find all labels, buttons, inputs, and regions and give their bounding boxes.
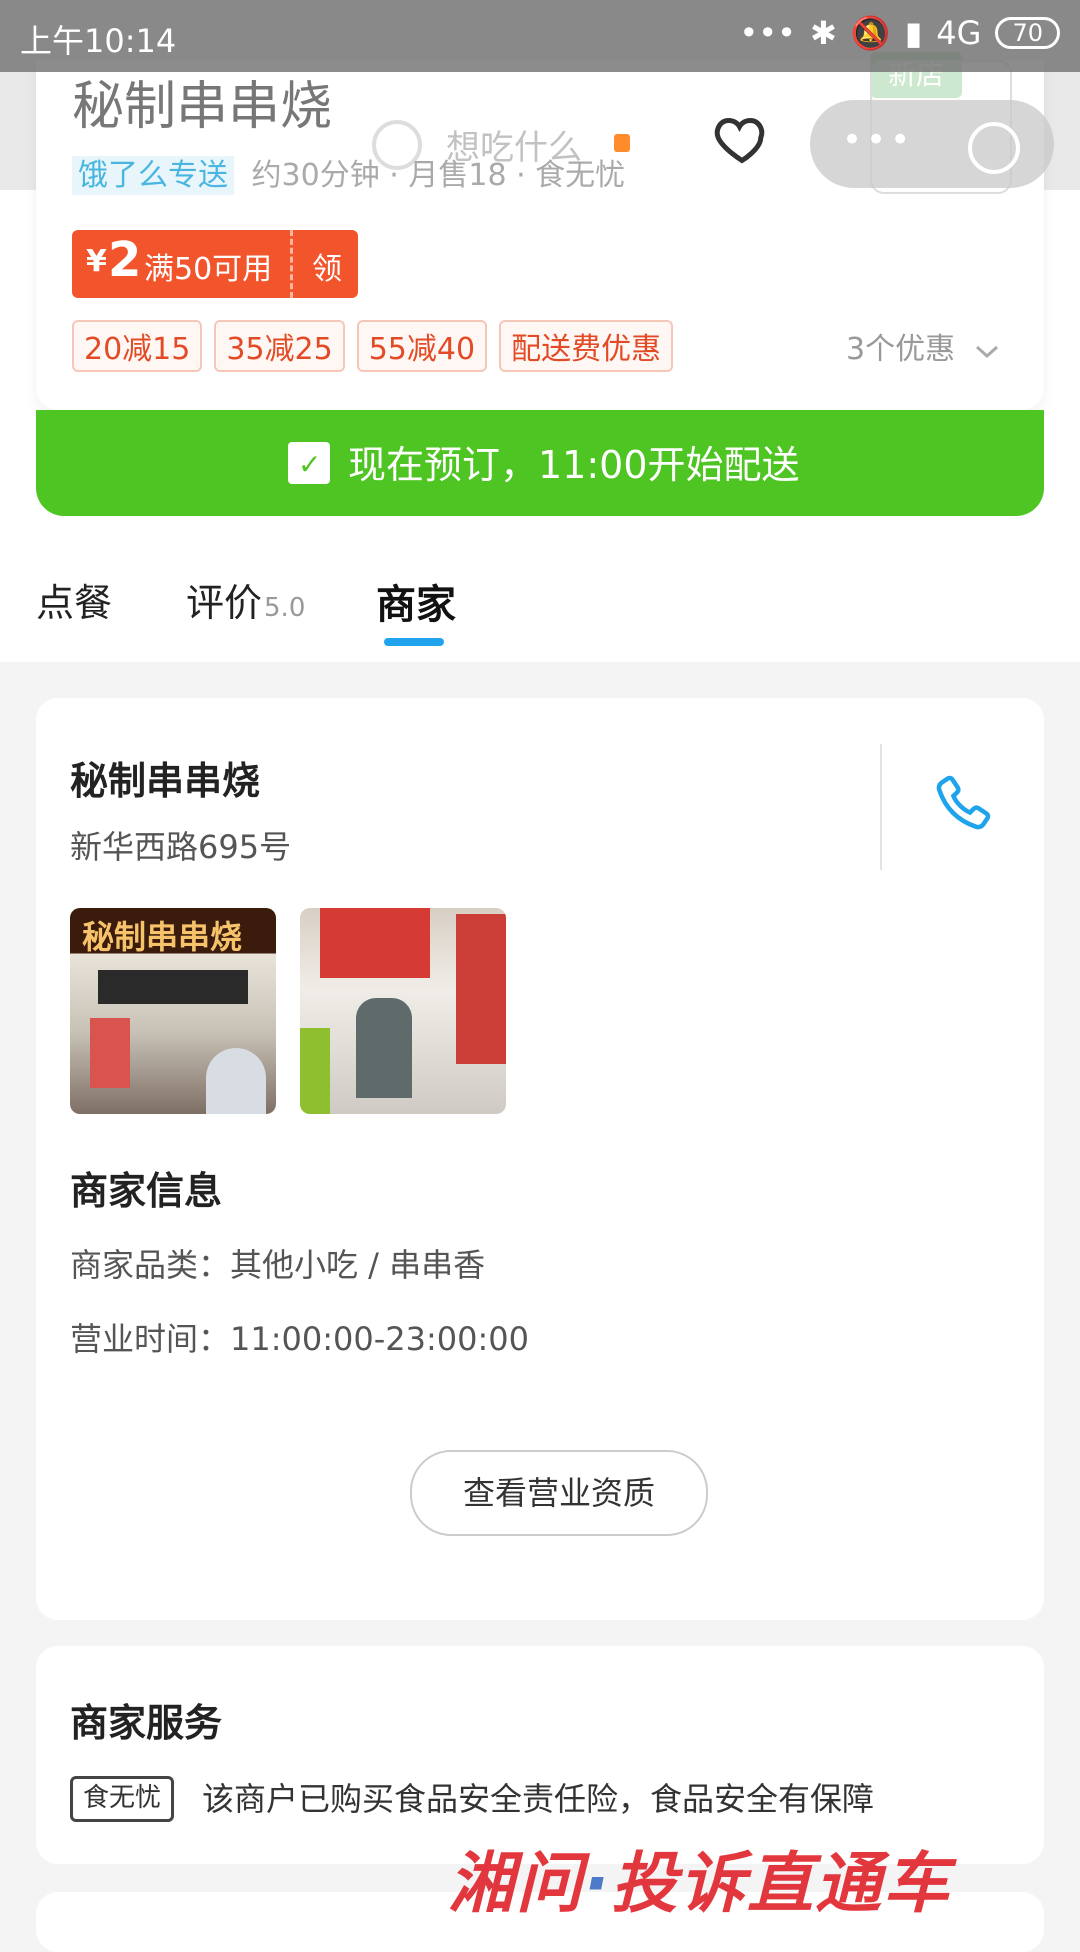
phone-icon[interactable]: [930, 772, 994, 836]
watermark-part2: 投诉直通车: [611, 1845, 952, 1922]
mute-icon: 🔕: [850, 14, 891, 52]
delivery-brand-tag: 饿了么专送: [72, 156, 234, 195]
signal-icon: ▮: [904, 14, 923, 52]
monthly-sales: 月售18: [408, 158, 507, 193]
promo-tag: 55减40: [356, 320, 488, 372]
tab-order[interactable]: 点餐: [36, 572, 112, 627]
photo-detail: [356, 998, 412, 1098]
preorder-text: 现在预订，11:00开始配送: [348, 443, 800, 487]
coupon-currency: ¥: [86, 244, 107, 279]
business-hours: 营业时间：11:00:00-23:00:00: [70, 1320, 529, 1358]
status-time: 上午10:14: [20, 22, 177, 60]
check-icon: ✓: [298, 448, 322, 481]
coupon-condition: 满50可用: [144, 252, 273, 287]
preorder-banner: ✓ 现在预订，11:00开始配送: [36, 410, 1044, 516]
status-icons: ••• ✱ 🔕 ▮ 4G 70: [739, 14, 1060, 52]
coupon-card[interactable]: ¥ 2 满50可用 领: [72, 230, 358, 298]
promo-tag: 35减25: [214, 320, 345, 372]
merchant-address: 新华西路695号: [70, 828, 292, 866]
watermark-logo: 湘问·投诉直通车: [448, 1830, 951, 1926]
promo-tag: 配送费优惠: [499, 320, 674, 372]
delivery-time: 约30分钟: [251, 158, 380, 193]
rating-score: 5.0: [264, 593, 306, 623]
photo-detail: [456, 914, 506, 1064]
tab-reviews[interactable]: 评价5.0: [186, 572, 305, 627]
menu-board: [98, 970, 248, 1004]
coupon-amount: 2: [108, 232, 142, 288]
more-notifications-icon: •••: [739, 14, 797, 52]
merchant-name: 秘制串串烧: [70, 759, 261, 803]
store-title: 秘制串串烧: [72, 77, 333, 137]
bluetooth-icon: ✱: [810, 14, 837, 52]
claim-coupon-button[interactable]: 领: [312, 244, 342, 288]
promotion-tags: 20减15 35减25 55减40 配送费优惠: [72, 320, 674, 372]
coupon-divider: [290, 230, 293, 298]
more-promotions-toggle[interactable]: 3个优惠: [846, 324, 1001, 368]
close-icon[interactable]: [968, 122, 1020, 174]
watermark-dot: ·: [584, 1845, 612, 1922]
food-safety-tag: 食无忧: [70, 1776, 175, 1822]
more-icon[interactable]: •••: [842, 120, 914, 160]
more-promotions-label: 3个优惠: [846, 332, 956, 367]
battery-icon: 70: [995, 17, 1060, 49]
tab-merchant[interactable]: 商家: [376, 572, 456, 630]
promo-tag: 20减15: [72, 320, 203, 372]
merchant-info-title: 商家信息: [70, 1169, 223, 1213]
interior-photo[interactable]: [300, 908, 506, 1114]
store-meta: 饿了么专送 约30分钟 · 月售18 · 食无忧: [72, 150, 626, 195]
active-tab-indicator: [384, 638, 444, 646]
services-title: 商家服务: [70, 1701, 223, 1745]
safety-label: 食无忧: [535, 158, 626, 193]
status-bar: 上午10:14 ••• ✱ 🔕 ▮ 4G 70: [0, 0, 1080, 72]
photo-detail: [320, 908, 430, 978]
divider: [880, 744, 882, 870]
food-safety-description: 该商户已购买食品安全责任险，食品安全有保障: [202, 1780, 875, 1818]
view-license-button[interactable]: 查看营业资质: [410, 1450, 708, 1536]
chevron-down-icon: [975, 345, 998, 358]
photo-detail: [90, 1018, 130, 1088]
photo-detail: [300, 1028, 330, 1114]
favorite-heart-icon[interactable]: [712, 108, 772, 168]
network-type: 4G: [936, 14, 982, 52]
mini-program-capsule[interactable]: •••: [810, 100, 1054, 188]
storefront-sign: 秘制串串烧: [82, 918, 243, 956]
photo-detail: [206, 1048, 266, 1114]
tab-reviews-label: 评价: [186, 581, 263, 625]
storefront-photo[interactable]: 秘制串串烧: [70, 908, 276, 1114]
watermark-part1: 湘问: [448, 1845, 584, 1922]
merchant-category: 商家品类：其他小吃 / 串串香: [70, 1246, 486, 1284]
